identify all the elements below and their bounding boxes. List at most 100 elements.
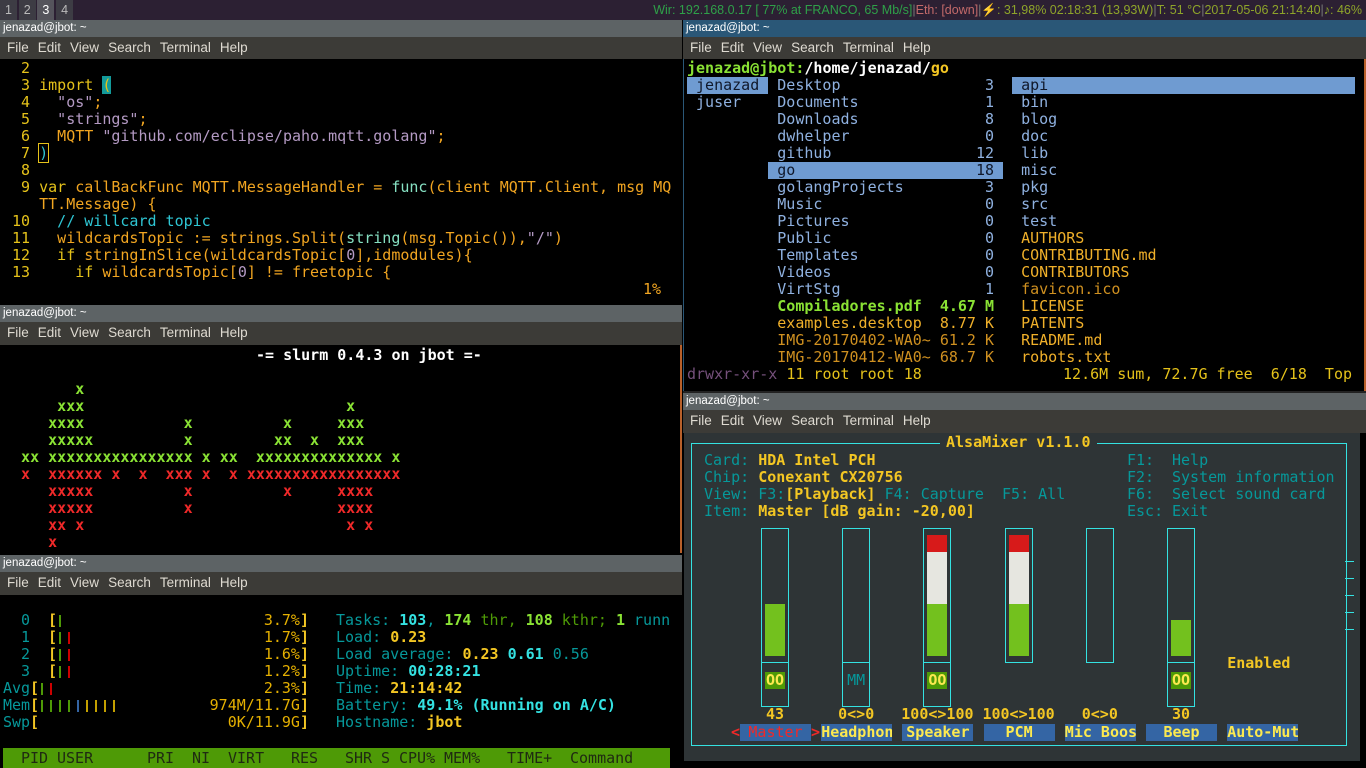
vim-editor[interactable]: 7,1 1% 2 3 import ( 4 "os"; 5 "strings";… — [0, 59, 682, 304]
file-list-item[interactable]: dwhelper 0 — [768, 128, 1003, 145]
menu-file[interactable]: File — [690, 40, 712, 55]
column-header-time[interactable]: TIME+ — [507, 750, 552, 767]
mute-toggle[interactable]: OO — [927, 672, 948, 689]
menu-edit[interactable]: Edit — [38, 325, 61, 340]
workspace-1-button[interactable]: 1 — [0, 0, 17, 20]
column-header-res[interactable]: RES — [291, 750, 318, 767]
alsamixer[interactable]: AlsaMixer v1.1.0 Card: HDA Intel PCH Chip… — [684, 433, 1360, 761]
menu-view[interactable]: View — [70, 575, 99, 590]
mute-toggle[interactable]: OO — [765, 672, 785, 689]
parent-dir-item[interactable]: jenazad — [687, 77, 769, 94]
column-header-user[interactable]: USER — [57, 750, 93, 767]
channel-name-mic-boos[interactable]: Mic Boos — [1064, 724, 1136, 741]
file-list-item[interactable]: Videos 0 — [768, 264, 1003, 281]
menu-terminal[interactable]: Terminal — [160, 40, 211, 55]
channel-name-master[interactable]: Master — [740, 724, 811, 741]
file-list-item[interactable]: examples.desktop 8.77 K — [768, 315, 1003, 332]
mute-toggle[interactable]: OO — [1171, 672, 1191, 689]
window-title-slurm[interactable]: jenazad@jbot: ~ — [0, 305, 682, 322]
file-list-item[interactable]: Compiladores.pdf 4.67 M — [768, 298, 1003, 315]
file-list-item[interactable]: IMG-20170412-WA0~ 68.7 K — [768, 349, 1003, 366]
htop-monitor[interactable]: 0[3.7%] 1[1.7%] 2[1.6%] 3[1.2%] Avg[2.3%] Mem… — [0, 595, 682, 768]
workspace-2-button[interactable]: 2 — [18, 0, 36, 20]
channel-name-speaker[interactable]: Speaker — [902, 724, 974, 741]
menu-file[interactable]: File — [7, 575, 29, 590]
file-list-item[interactable]: golangProjects 3 — [768, 179, 1003, 196]
file-list-item[interactable]: VirtStg 1 — [768, 281, 1003, 298]
column-header-virt[interactable]: VIRT — [228, 750, 264, 767]
channel-name-pcm[interactable]: PCM — [983, 724, 1055, 741]
column-header-cpu[interactable]: CPU% — [399, 750, 435, 767]
volume-bar-frame[interactable] — [842, 528, 871, 663]
menu-help[interactable]: Help — [220, 325, 248, 340]
menu-search[interactable]: Search — [791, 40, 834, 55]
menu-help[interactable]: Help — [220, 40, 248, 55]
preview-item[interactable]: robots.txt — [1012, 349, 1355, 366]
preview-item[interactable]: src — [1012, 196, 1355, 213]
column-header-mem[interactable]: MEM% — [444, 750, 480, 767]
workspace-3-button[interactable]: 3 — [37, 0, 55, 20]
menu-file[interactable]: File — [7, 40, 29, 55]
menu-view[interactable]: View — [753, 413, 782, 428]
window-title-ranger[interactable]: jenazad@jbot: ~ — [683, 20, 1366, 37]
preview-item[interactable]: README.md — [1012, 332, 1355, 349]
column-header-shr[interactable]: SHR — [345, 750, 372, 767]
menu-help[interactable]: Help — [220, 575, 248, 590]
window-title-alsamixer[interactable]: jenazad@jbot: ~ — [683, 393, 1366, 410]
file-list-item[interactable]: Documents 1 — [768, 94, 1003, 111]
column-header-ni[interactable]: NI — [192, 750, 210, 767]
preview-item[interactable]: CONTRIBUTORS — [1012, 264, 1355, 281]
menu-file[interactable]: File — [7, 325, 29, 340]
preview-item[interactable]: AUTHORS — [1012, 230, 1355, 247]
menu-terminal[interactable]: Terminal — [160, 575, 211, 590]
menu-edit[interactable]: Edit — [38, 40, 61, 55]
window-title-vim[interactable]: jenazad@jbot: ~ — [0, 20, 682, 37]
file-list-item[interactable]: Desktop 3 — [768, 77, 1003, 94]
preview-item[interactable]: test — [1012, 213, 1355, 230]
menu-help[interactable]: Help — [903, 40, 931, 55]
menu-terminal[interactable]: Terminal — [843, 40, 894, 55]
menu-search[interactable]: Search — [791, 413, 834, 428]
column-header-pri[interactable]: PRI — [147, 750, 174, 767]
preview-item[interactable]: PATENTS — [1012, 315, 1355, 332]
preview-item[interactable]: doc — [1012, 128, 1355, 145]
column-header-pid[interactable]: PID — [21, 750, 48, 767]
menu-edit[interactable]: Edit — [721, 40, 744, 55]
preview-item[interactable]: api — [1012, 77, 1356, 94]
preview-item[interactable]: LICENSE — [1012, 298, 1355, 315]
parent-dir-item[interactable]: juser — [687, 94, 768, 111]
channel-name-auto-mut[interactable]: Auto-Mut — [1227, 724, 1299, 741]
mute-toggle[interactable]: MM — [846, 672, 866, 689]
preview-item[interactable]: pkg — [1012, 179, 1355, 196]
preview-item[interactable]: CONTRIBUTING.md — [1012, 247, 1355, 264]
file-list-item[interactable]: Music 0 — [768, 196, 1003, 213]
volume-bar-frame[interactable] — [1085, 528, 1114, 663]
file-list-item[interactable]: github 12 — [768, 145, 1003, 162]
file-list-item[interactable]: Templates 0 — [768, 247, 1003, 264]
channel-name-headphon[interactable]: Headphon — [821, 724, 893, 741]
file-list-item[interactable]: Downloads 8 — [768, 111, 1003, 128]
menu-view[interactable]: View — [70, 325, 99, 340]
preview-item[interactable]: misc — [1012, 162, 1355, 179]
preview-item[interactable]: lib — [1012, 145, 1355, 162]
channel-name-beep[interactable]: Beep — [1146, 724, 1217, 741]
ranger-file-manager[interactable]: jenazad@jbot:/home/jenazad/go jenazad juse… — [683, 59, 1366, 391]
menu-view[interactable]: View — [70, 40, 99, 55]
file-list-item[interactable]: go 18 — [768, 162, 1004, 179]
menu-edit[interactable]: Edit — [38, 575, 61, 590]
menu-search[interactable]: Search — [108, 325, 151, 340]
window-title-htop[interactable]: jenazad@jbot: ~ — [0, 555, 682, 572]
file-list-item[interactable]: Public 0 — [768, 230, 1003, 247]
preview-item[interactable]: favicon.ico — [1012, 281, 1355, 298]
menu-view[interactable]: View — [753, 40, 782, 55]
workspace-4-button[interactable]: 4 — [56, 0, 74, 20]
column-header-s[interactable]: S — [381, 750, 390, 767]
menu-edit[interactable]: Edit — [721, 413, 744, 428]
preview-item[interactable]: bin — [1012, 94, 1355, 111]
file-list-item[interactable]: Pictures 0 — [768, 213, 1003, 230]
menu-terminal[interactable]: Terminal — [160, 325, 211, 340]
menu-file[interactable]: File — [690, 413, 712, 428]
menu-help[interactable]: Help — [903, 413, 931, 428]
menu-search[interactable]: Search — [108, 575, 151, 590]
column-header-command[interactable]: Command — [570, 750, 633, 767]
